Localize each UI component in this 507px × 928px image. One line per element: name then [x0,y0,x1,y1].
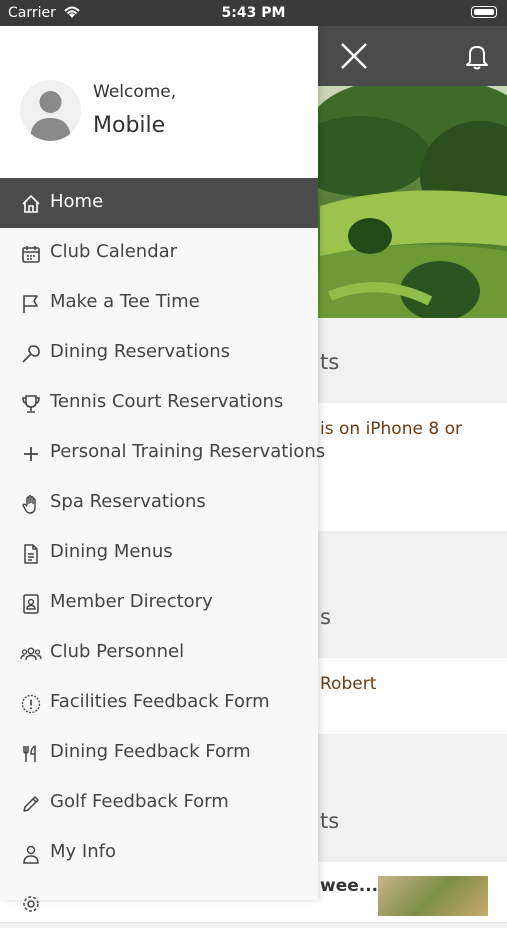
food-thumbnail [378,876,488,916]
menu-item-club-personnel[interactable]: Club Personnel [0,628,318,678]
status-bar: Carrier 5:43 PM [0,0,507,26]
hand-icon [20,493,42,515]
list-item-text: is on iPhone 8 or [320,419,462,439]
menu-item-spa-reservations[interactable]: Spa Reservations [0,478,318,528]
gear-icon [20,893,42,915]
menu-item-tee-time[interactable]: Make a Tee Time [0,278,318,328]
menu-item-label: Personal Training Reservations [50,441,326,462]
list-item-text: wee... [320,876,379,896]
menu-item-dining-reservations[interactable]: Dining Reservations [0,328,318,378]
document-icon [20,543,42,565]
menu-item-label: Club Calendar [50,241,178,262]
profile-header: Welcome, Mobile [0,26,318,178]
contact-card-icon [20,593,42,615]
menu-item-label: Club Personnel [50,641,185,662]
menu-item-club-calendar[interactable]: Club Calendar [0,228,318,278]
menu-item-label: My Info [50,841,116,862]
menu-item-home[interactable]: Home [0,178,318,228]
menu-item-golf-feedback[interactable]: Golf Feedback Form [0,778,318,828]
menu-item-label: Facilities Feedback Form [50,691,270,712]
list-item-text: Robert [320,674,377,694]
people-icon [20,643,42,665]
close-icon[interactable] [338,40,370,72]
user-name: Mobile [93,113,166,138]
menu-item-label: Golf Feedback Form [50,791,229,812]
menu-item-dining-menus[interactable]: Dining Menus [0,528,318,578]
wrench-icon [20,343,42,365]
section-title-fragment: ts [320,350,340,374]
menu-item-label: Spa Reservations [50,491,206,512]
menu-item-label: Dining Feedback Form [50,741,251,762]
menu-item-dining-feedback[interactable]: Dining Feedback Form [0,728,318,778]
battery-icon [471,6,497,18]
section-title-fragment: ts [320,809,340,833]
utensils-icon [20,743,42,765]
menu-item-label: Tennis Court Reservations [50,391,284,412]
menu-item-facilities-feedback[interactable]: Facilities Feedback Form [0,678,318,728]
menu-item-label: Dining Reservations [50,341,230,362]
menu-item-label: Member Directory [50,591,213,612]
menu-item-label: Make a Tee Time [50,291,200,312]
menu-item-personal-training[interactable]: Personal Training Reservations [0,428,325,478]
welcome-text: Welcome, [93,82,177,102]
pencil-icon [20,793,42,815]
navigation-drawer: Welcome, Mobile Home Club Calendar Make … [0,26,325,912]
menu-item-member-directory[interactable]: Member Directory [0,578,318,628]
plus-icon [20,443,42,465]
bell-icon[interactable] [461,40,493,72]
person-icon [20,843,42,865]
person-silhouette-icon [30,91,71,141]
avatar[interactable] [20,80,81,141]
menu-item-tennis-reservations[interactable]: Tennis Court Reservations [0,378,318,428]
menu-item-label: Home [50,191,104,212]
menu-item-my-info[interactable]: My Info [0,828,318,878]
section-title-fragment: s [320,605,331,629]
home-icon [20,193,42,215]
status-time: 5:43 PM [221,5,286,21]
menu-item-label: Dining Menus [50,541,173,562]
flag-icon [20,293,42,315]
calendar-icon [20,243,42,265]
trophy-icon [20,393,42,415]
menu-item-settings-partial[interactable] [0,878,318,928]
alert-circle-icon [20,693,42,715]
